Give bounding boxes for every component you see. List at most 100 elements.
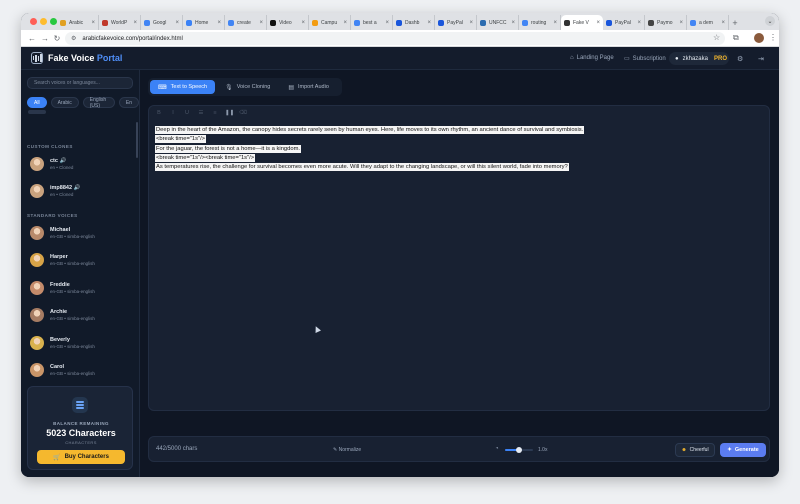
italic-icon[interactable]: I bbox=[169, 110, 177, 116]
site-info-icon[interactable]: ⚙ bbox=[71, 35, 76, 42]
tab-close-icon[interactable]: × bbox=[343, 20, 347, 26]
tab-close-icon[interactable]: × bbox=[133, 20, 137, 26]
voice-item[interactable]: Archie en-GB • simba-english bbox=[30, 307, 130, 324]
bold-icon[interactable]: B bbox=[155, 110, 163, 116]
browser-tab[interactable]: Paymo × bbox=[645, 15, 687, 30]
back-icon[interactable]: ← bbox=[27, 33, 37, 43]
clear-format-icon[interactable]: ⌫ bbox=[239, 110, 247, 116]
tab-close-icon[interactable]: × bbox=[301, 20, 305, 26]
url-field[interactable]: ⚙ arabicfakevoice.com/portal/index.html bbox=[65, 32, 725, 45]
voice-list-scrollbar[interactable] bbox=[136, 122, 138, 158]
tab-close-icon[interactable]: × bbox=[217, 20, 221, 26]
browser-tab[interactable]: WorldP × bbox=[99, 15, 141, 30]
speed-slider-handle[interactable] bbox=[516, 447, 522, 453]
favicon-icon bbox=[312, 19, 318, 26]
tab-close-icon[interactable]: × bbox=[679, 20, 683, 26]
tab-import-audio[interactable]: ▤ Import Audio bbox=[280, 80, 337, 94]
tab-close-icon[interactable]: × bbox=[596, 20, 600, 26]
forward-icon[interactable]: → bbox=[40, 33, 50, 43]
voice-item[interactable]: Michael en-GB • simba-english bbox=[30, 224, 130, 241]
logout-icon[interactable]: ⇥ bbox=[758, 55, 764, 63]
tab-close-icon[interactable]: × bbox=[637, 20, 641, 26]
voice-item[interactable]: ctc 🔊 en • Cloned bbox=[30, 155, 130, 172]
browser-tab[interactable]: Video × bbox=[267, 15, 309, 30]
tab-close-icon[interactable]: × bbox=[721, 20, 725, 26]
user-icon: ● bbox=[675, 55, 679, 62]
tab-close-icon[interactable]: × bbox=[427, 20, 431, 26]
user-menu[interactable]: ● zkhazaka PRO bbox=[669, 52, 729, 65]
browser-menu-icon[interactable]: ⋮ bbox=[769, 33, 777, 42]
tab-search-icon[interactable]: ⌄ bbox=[765, 16, 775, 26]
tab-close-icon[interactable]: × bbox=[91, 20, 95, 26]
generate-button[interactable]: ✦ Generate bbox=[720, 443, 766, 457]
file-audio-icon: ▤ bbox=[288, 84, 294, 91]
filter-chip[interactable]: En bbox=[118, 97, 139, 108]
browser-tab[interactable]: Campu × bbox=[309, 15, 351, 30]
tab-close-icon[interactable]: × bbox=[511, 20, 515, 26]
tab-text-to-speech[interactable]: ⌨ Text to Speech bbox=[150, 80, 216, 94]
browser-tab[interactable]: Fake V × bbox=[561, 15, 603, 30]
settings-gear-icon[interactable]: ⚙ bbox=[737, 55, 743, 63]
tab-close-icon[interactable]: × bbox=[553, 20, 557, 26]
filter-chip[interactable]: All bbox=[27, 97, 47, 108]
tab-close-icon[interactable]: × bbox=[259, 20, 263, 26]
microphone-icon: 🎙 bbox=[225, 84, 233, 91]
new-tab-icon[interactable]: + bbox=[729, 15, 741, 30]
browser-tab[interactable]: PayPal × bbox=[435, 15, 477, 30]
favicon-icon bbox=[228, 19, 234, 26]
browser-tab-label: PayPal bbox=[447, 19, 463, 26]
brand-title[interactable]: Fake Voice Portal bbox=[48, 53, 122, 63]
voice-item[interactable]: Beverly en-GB • simba-english bbox=[30, 334, 130, 351]
editor-line: As temperatures rise, the challenge for … bbox=[155, 163, 569, 172]
tab-voice-cloning[interactable]: 🎙 Voice Cloning bbox=[217, 80, 278, 94]
voice-meta: en-GB • simba-english bbox=[50, 316, 95, 321]
text-editor[interactable]: B I U ☰ ≡ ❚❚ ⌫ Deep in the heart of the … bbox=[148, 105, 770, 411]
bullet-list-icon[interactable]: ☰ bbox=[197, 110, 205, 116]
bookmark-star-icon[interactable]: ☆ bbox=[713, 33, 720, 42]
subscription-link[interactable]: ▭ Subscription bbox=[624, 55, 666, 62]
profile-avatar[interactable] bbox=[754, 33, 764, 43]
browser-tab[interactable]: UNFCC × bbox=[477, 15, 519, 30]
browser-tab[interactable]: Dashb × bbox=[393, 15, 435, 30]
browser-tab[interactable]: Home × bbox=[183, 15, 225, 30]
mood-select[interactable]: ☻ Cheerful bbox=[675, 443, 715, 457]
cart-icon: 🛒 bbox=[53, 454, 61, 461]
close-window-button[interactable] bbox=[30, 18, 37, 25]
browser-tab[interactable]: Arabic × bbox=[57, 15, 99, 30]
filter-chip[interactable]: Arabic bbox=[50, 97, 79, 108]
minimize-window-button[interactable] bbox=[40, 18, 47, 25]
browser-tab[interactable]: routing × bbox=[519, 15, 561, 30]
tab-close-icon[interactable]: × bbox=[469, 20, 473, 26]
underline-icon[interactable]: U bbox=[183, 110, 191, 116]
voice-meta: en-GB • simba-english bbox=[50, 371, 95, 376]
voice-text: imp8842 🔊 en • Cloned bbox=[50, 185, 80, 197]
voice-item[interactable]: Carol en-GB • simba-english bbox=[30, 362, 130, 379]
speed-slider[interactable] bbox=[505, 447, 533, 453]
reload-icon[interactable]: ↻ bbox=[52, 33, 62, 43]
numbered-list-icon[interactable]: ≡ bbox=[211, 110, 219, 116]
maximize-window-button[interactable] bbox=[50, 18, 57, 25]
buy-characters-label: Buy Characters bbox=[64, 454, 109, 460]
voice-item[interactable]: Freddie en-GB • simba-english bbox=[30, 279, 130, 296]
brand-accent: Portal bbox=[96, 53, 123, 63]
buy-characters-button[interactable]: 🛒 Buy Characters bbox=[37, 450, 125, 464]
tab-close-icon[interactable]: × bbox=[175, 20, 179, 26]
filter-chip[interactable]: English (US) bbox=[82, 97, 115, 109]
browser-tab[interactable]: create × bbox=[225, 15, 267, 30]
browser-tab[interactable]: PayPal × bbox=[603, 15, 645, 30]
voice-item[interactable]: imp8842 🔊 en • Cloned bbox=[30, 183, 130, 200]
landing-page-link[interactable]: ⌂ Landing Page bbox=[570, 55, 614, 61]
browser-tab[interactable]: Googl × bbox=[141, 15, 183, 30]
favicon-icon bbox=[480, 19, 486, 26]
tab-close-icon[interactable]: × bbox=[385, 20, 389, 26]
filter-scrollbar[interactable] bbox=[28, 110, 46, 114]
browser-tab[interactable]: a dem × bbox=[687, 15, 729, 30]
favicon-icon bbox=[270, 19, 276, 26]
browser-tab[interactable]: best a × bbox=[351, 15, 393, 30]
browser-tab-label: Arabic bbox=[69, 19, 84, 26]
voice-item[interactable]: Harper en-GB • simba-english bbox=[30, 252, 130, 269]
voice-search-input[interactable]: Search voices or languages... bbox=[27, 77, 133, 89]
normalize-button[interactable]: ✎ Normalize bbox=[333, 447, 361, 453]
extensions-icon[interactable]: ⧉ bbox=[733, 33, 739, 43]
pause-break-icon[interactable]: ❚❚ bbox=[225, 110, 234, 116]
